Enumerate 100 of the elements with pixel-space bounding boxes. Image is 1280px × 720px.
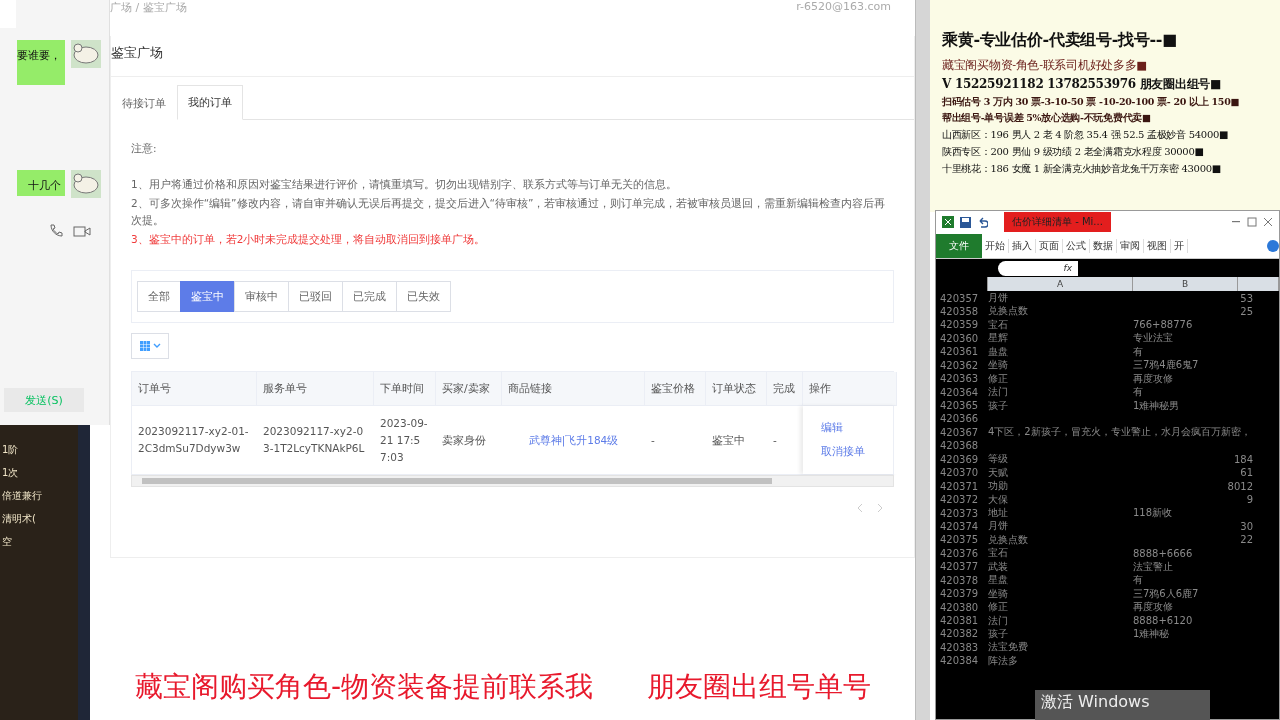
row-number: 420368	[939, 440, 980, 452]
close-icon	[1263, 217, 1273, 227]
table-cell-text: 功勋	[988, 479, 1009, 494]
row-number: 420370	[939, 467, 980, 479]
horizontal-scrollbar[interactable]	[131, 475, 894, 487]
table-cell-text: 法宝警止	[1133, 559, 1174, 574]
table-cell-text: 118新收	[1133, 506, 1174, 520]
message-bubble: 十几个	[17, 170, 65, 196]
ad-text: 十里桃花：186 女魔 1 新全满克火抽妙音龙兔千万亲密 43000■	[942, 162, 1222, 176]
filter-button[interactable]: 全部	[137, 281, 181, 312]
avatar-icon	[71, 170, 101, 198]
row-number: 420379	[939, 588, 980, 600]
table-cell-text: 8888+6120	[1133, 615, 1194, 626]
notice-text: 2、可多次操作“编辑”修改内容，请自审并确认无误后再提交，提交后进入“待审核”，若审核通过，则订单完成，若被审核员退回，需重新编辑检查内容后再次提。	[131, 196, 887, 228]
ad-text: 陕西专区：200 男仙 9 级功绩 2 老全满霜克水程度 30000■	[942, 145, 1205, 159]
column-header: 商品链接	[502, 372, 645, 406]
table-cell-text: 修正	[988, 600, 1009, 615]
filter-button[interactable]: 已驳回	[288, 281, 343, 312]
game-text: 空	[2, 535, 12, 549]
table-cell-text: -	[650, 432, 656, 448]
table-cell-text: 三7鸦6人6鹿7	[1133, 586, 1200, 601]
game-text: 1阶	[2, 443, 19, 457]
maximize-icon	[1247, 217, 1257, 227]
column-header: A	[988, 277, 1133, 291]
row-number: 420374	[939, 520, 980, 532]
table-cell-text: 2023-09-21 17:57:03	[379, 415, 429, 465]
row-number: 420358	[939, 305, 980, 317]
table-cell-text: 月饼	[988, 519, 1009, 534]
action-link[interactable]: 取消接单	[821, 445, 897, 459]
row-number: 420376	[939, 547, 980, 559]
notice-text: 1、用户将通过价格和原因对鉴宝结果进行评价，请慎重填写。切勿出现错别字、联系方式等与订单无关的信息。	[131, 177, 678, 192]
table-cell-text: 星盘	[988, 573, 1009, 588]
ribbon-tab[interactable]: 公式	[1063, 238, 1090, 253]
table-cell-text: 鉴宝中	[711, 432, 746, 448]
action-link[interactable]: 编辑	[821, 421, 897, 435]
page-title: 鉴宝广场	[111, 36, 914, 77]
formula-bar[interactable]: fx	[998, 260, 1078, 276]
table-cell-text: 25	[1239, 305, 1253, 317]
product-link[interactable]: 武尊神|飞升184级	[502, 406, 645, 474]
table-cell-text: 53	[1239, 292, 1253, 304]
table-cell-text: 等级	[988, 452, 1009, 467]
help-icon	[1267, 239, 1279, 252]
spreadsheet-icon	[942, 216, 954, 228]
avatar-icon	[71, 40, 101, 68]
row-number: 420382	[939, 628, 980, 640]
row-number: 420364	[939, 386, 980, 398]
table-cell-text: 法门	[988, 385, 1009, 400]
breadcrumb: 广场 / 鉴宝广场	[110, 0, 187, 15]
row-number: 420365	[939, 400, 980, 411]
vertical-scrollbar[interactable]	[915, 0, 930, 720]
table-cell-text: 22	[1239, 534, 1253, 546]
column-header: 订单号	[132, 372, 257, 406]
ribbon-tab[interactable]: 开始	[982, 238, 1009, 253]
ad-text: 帮出组号-单号误差 5%放心选购-不玩免费代卖■	[942, 112, 1152, 125]
table-cell-text: 2023092117-xy2-03-1T2LcyTKNAkP6L	[262, 424, 366, 456]
ad-text: 乘黄-专业估价-代卖组号-找号--■	[942, 30, 1178, 51]
table-cell-text: 9	[1245, 494, 1253, 506]
table-cell-text: 法门	[988, 613, 1009, 628]
table-cell-text: 专业法宝	[1133, 331, 1174, 346]
table-cell-text: 坐骑	[988, 586, 1009, 601]
table-cell-text: 8888+6666	[1133, 547, 1194, 559]
ribbon-tab[interactable]: 页面	[1036, 238, 1063, 253]
ribbon-tab[interactable]: 数据	[1090, 238, 1117, 253]
table-cell-text: 再度攻修	[1133, 371, 1174, 386]
user-email: r-6520@163.com	[796, 0, 891, 13]
row-number: 420369	[939, 453, 980, 465]
ribbon-tab[interactable]: 视图	[1144, 238, 1171, 253]
window-title: 估价详细清单 - Mi...	[1004, 212, 1111, 232]
activation-notice: 激活 Windows	[1035, 690, 1210, 720]
row-number: 420372	[939, 494, 980, 506]
filter-button[interactable]: 已失效	[396, 281, 451, 312]
row-number: 420373	[939, 507, 980, 519]
message-bubble: 要谁要，	[17, 40, 65, 85]
table-cell-text: 修正	[988, 371, 1009, 386]
column-header: 操作	[803, 372, 897, 406]
ribbon-tab[interactable]: 开	[1171, 238, 1188, 253]
table-cell-text: -	[772, 432, 778, 448]
table-cell-text: 阵法多	[988, 653, 1019, 668]
ribbon-tab[interactable]: 插入	[1009, 238, 1036, 253]
row-number: 420366	[939, 413, 980, 425]
row-number: 420375	[939, 534, 980, 546]
table-cell-text: 坐骑	[988, 358, 1009, 373]
ribbon-tab[interactable]: 审阅	[1117, 238, 1144, 253]
next-page-icon	[876, 503, 884, 513]
filter-button[interactable]: 鉴宝中	[180, 281, 235, 312]
file-tab[interactable]: 文件	[936, 233, 982, 258]
row-number: 420363	[939, 373, 980, 385]
column-header: 订单状态	[706, 372, 767, 406]
column-header: 完成	[767, 372, 803, 406]
table-cell-text: 星辉	[988, 331, 1009, 346]
table-cell-text: 孩子	[988, 626, 1009, 641]
filter-button[interactable]: 已完成	[342, 281, 397, 312]
tab[interactable]: 我的订单	[177, 85, 243, 120]
row-number: 420378	[939, 574, 980, 586]
column-menu-button[interactable]	[131, 333, 169, 359]
table-cell-text: 兑换点数	[988, 304, 1029, 319]
phone-icon	[49, 224, 63, 238]
row-number: 420367	[939, 426, 980, 438]
filter-button[interactable]: 审核中	[234, 281, 289, 312]
row-number: 420371	[939, 480, 980, 492]
